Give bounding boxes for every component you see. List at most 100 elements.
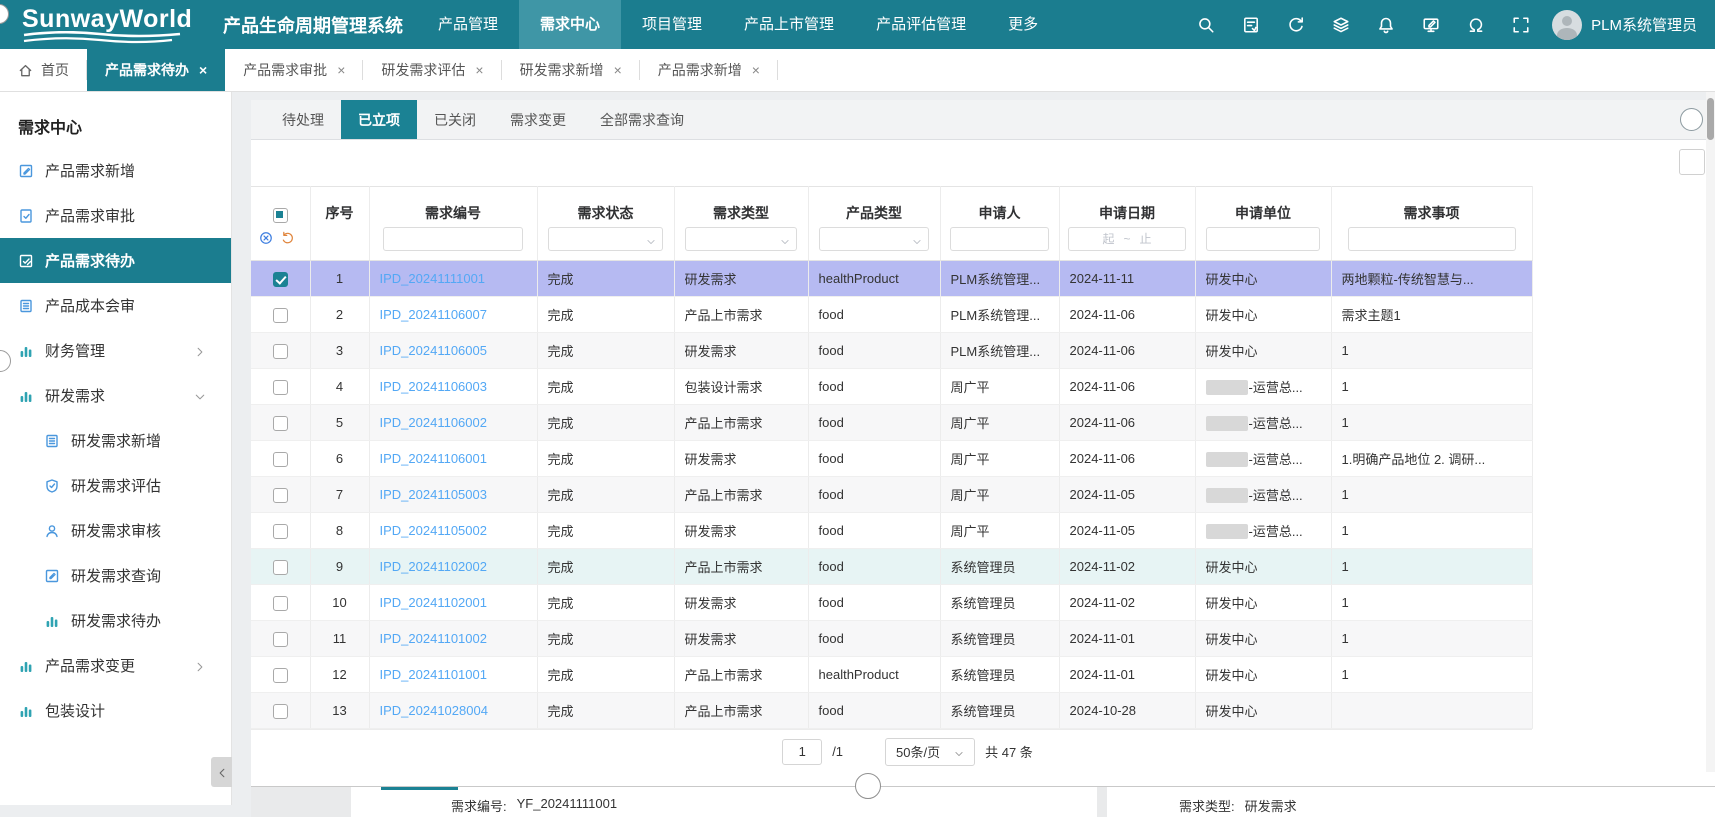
column-header-index[interactable]: 序号 [310, 187, 369, 225]
sidebar-item[interactable]: 产品需求新增 [0, 148, 231, 193]
sidebar-item[interactable]: 研发需求评估 [0, 463, 231, 508]
sidebar-item[interactable]: 包装设计 [0, 688, 231, 733]
column-header-type[interactable]: 需求类型 [674, 187, 808, 225]
requirement-link[interactable]: IPD_20241106007 [380, 307, 487, 322]
requirement-link[interactable]: IPD_20241106002 [380, 415, 487, 430]
window-tab[interactable]: 首页 [0, 49, 87, 91]
filter-input-id[interactable] [383, 227, 523, 251]
row-checkbox[interactable] [273, 560, 288, 575]
table-row[interactable]: 13IPD_20241028004完成产品上市需求food系统管理员2024-1… [251, 693, 1532, 729]
fullscreen-icon[interactable] [1512, 16, 1530, 34]
requirement-link[interactable]: IPD_20241105003 [380, 487, 487, 502]
column-header-product[interactable]: 产品类型 [808, 187, 940, 225]
sidebar-item[interactable]: 研发需求查询 [0, 553, 231, 598]
requirement-link[interactable]: IPD_20241101001 [380, 667, 487, 682]
row-checkbox[interactable] [273, 452, 288, 467]
window-tab[interactable]: 研发需求评估× [363, 49, 501, 91]
sidebar-item[interactable]: 研发需求待办 [0, 598, 231, 643]
row-checkbox[interactable] [273, 380, 288, 395]
table-row[interactable]: 2IPD_20241106007完成产品上市需求foodPLM系统管理...20… [251, 297, 1532, 333]
close-icon[interactable]: × [475, 62, 483, 78]
column-header-applicant[interactable]: 申请人 [940, 187, 1059, 225]
row-checkbox[interactable] [273, 668, 288, 683]
table-row[interactable]: 12IPD_20241101001完成产品上市需求healthProduct系统… [251, 657, 1532, 693]
row-checkbox[interactable] [273, 704, 288, 719]
nav-item[interactable]: 更多 [987, 0, 1059, 49]
filter-select-status[interactable] [548, 227, 662, 251]
nav-item[interactable]: 需求中心 [519, 0, 621, 49]
select-all-checkbox[interactable] [273, 208, 288, 223]
table-row[interactable]: 7IPD_20241105003完成产品上市需求food周广平2024-11-0… [251, 477, 1532, 513]
window-tab[interactable]: 研发需求新增× [502, 49, 640, 91]
next-page-button[interactable] [853, 741, 875, 763]
sidebar-item[interactable]: 产品需求变更 [0, 643, 231, 688]
horizontal-splitter[interactable] [251, 773, 1715, 787]
requirement-link[interactable]: IPD_20241111001 [380, 271, 486, 286]
screen-edit-icon[interactable] [1422, 16, 1440, 34]
column-header-unit[interactable]: 申请单位 [1195, 187, 1331, 225]
page-number-input[interactable] [782, 739, 822, 765]
filter-daterange-date[interactable]: 起~止 [1068, 227, 1187, 251]
row-checkbox[interactable] [273, 344, 288, 359]
nav-item[interactable]: 产品评估管理 [855, 0, 987, 49]
sidebar-collapse-button[interactable] [211, 757, 232, 787]
close-icon[interactable]: × [199, 62, 207, 78]
status-tab[interactable]: 全部需求查询 [583, 100, 701, 139]
nav-item[interactable]: 项目管理 [621, 0, 723, 49]
status-tab[interactable]: 已关闭 [417, 100, 493, 139]
row-checkbox[interactable] [273, 632, 288, 647]
page-size-select[interactable]: 50条/页 [885, 738, 975, 766]
sidebar-item[interactable]: 研发需求审核 [0, 508, 231, 553]
table-row[interactable]: 8IPD_20241105002完成研发需求food周广平2024-11-05-… [251, 513, 1532, 549]
search-icon[interactable] [1197, 16, 1215, 34]
requirement-link[interactable]: IPD_20241101002 [380, 631, 487, 646]
window-tab[interactable]: 产品需求审批× [225, 49, 363, 91]
window-tab[interactable]: 产品需求新增× [640, 49, 778, 91]
table-row[interactable]: 5IPD_20241106002完成产品上市需求food周广平2024-11-0… [251, 405, 1532, 441]
column-header-id[interactable]: 需求编号 [369, 187, 537, 225]
filter-input-subject[interactable] [1348, 227, 1516, 251]
column-header-subject[interactable]: 需求事项 [1331, 187, 1532, 225]
circle-x-icon[interactable] [259, 231, 273, 245]
status-tab[interactable]: 已立项 [341, 100, 417, 139]
layers-icon[interactable] [1332, 16, 1350, 34]
close-icon[interactable]: × [337, 62, 345, 78]
row-checkbox[interactable] [273, 272, 288, 287]
table-row[interactable]: 6IPD_20241106001完成研发需求food周广平2024-11-06-… [251, 441, 1532, 477]
nav-item[interactable]: 产品上市管理 [723, 0, 855, 49]
splitter-handle[interactable] [855, 773, 881, 799]
table-row[interactable]: 10IPD_20241102001完成研发需求food系统管理员2024-11-… [251, 585, 1532, 621]
collapse-filter-button[interactable] [1680, 108, 1703, 131]
refresh-icon[interactable] [1287, 16, 1305, 34]
table-row[interactable]: 3IPD_20241106005完成研发需求foodPLM系统管理...2024… [251, 333, 1532, 369]
close-icon[interactable]: × [752, 62, 760, 78]
filter-input-applicant[interactable] [950, 227, 1049, 251]
table-row[interactable]: 4IPD_20241106003完成包装设计需求food周广平2024-11-0… [251, 369, 1532, 405]
requirement-link[interactable]: IPD_20241106001 [380, 451, 487, 466]
sidebar-item[interactable]: 产品成本会审 [0, 283, 231, 328]
column-settings-button[interactable] [1679, 149, 1705, 175]
status-tab[interactable]: 需求变更 [493, 100, 583, 139]
undo-icon[interactable] [281, 231, 295, 245]
table-row[interactable]: 11IPD_20241101002完成研发需求food系统管理员2024-11-… [251, 621, 1532, 657]
window-tab[interactable]: 产品需求待办× [87, 49, 225, 91]
sidebar-item[interactable]: 研发需求新增 [0, 418, 231, 463]
filter-select-product[interactable] [819, 227, 929, 251]
requirement-link[interactable]: IPD_20241102001 [380, 595, 487, 610]
vertical-scrollbar[interactable] [1706, 92, 1715, 772]
filter-select-type[interactable] [685, 227, 797, 251]
requirement-link[interactable]: IPD_20241105002 [380, 523, 487, 538]
row-checkbox[interactable] [273, 416, 288, 431]
table-row[interactable]: 9IPD_20241102002完成产品上市需求food系统管理员2024-11… [251, 549, 1532, 585]
filter-input-unit[interactable] [1206, 227, 1319, 251]
scrollbar-thumb[interactable] [1707, 98, 1714, 140]
requirement-link[interactable]: IPD_20241106003 [380, 379, 487, 394]
status-tab[interactable]: 待处理 [265, 100, 341, 139]
bell-icon[interactable] [1377, 16, 1395, 34]
requirement-link[interactable]: IPD_20241106005 [380, 343, 487, 358]
row-checkbox[interactable] [273, 596, 288, 611]
requirement-link[interactable]: IPD_20241028004 [380, 703, 488, 718]
sidebar-item[interactable]: 财务管理 [0, 328, 231, 373]
form-icon[interactable] [1242, 16, 1260, 34]
sidebar-item[interactable]: 研发需求 [0, 373, 231, 418]
